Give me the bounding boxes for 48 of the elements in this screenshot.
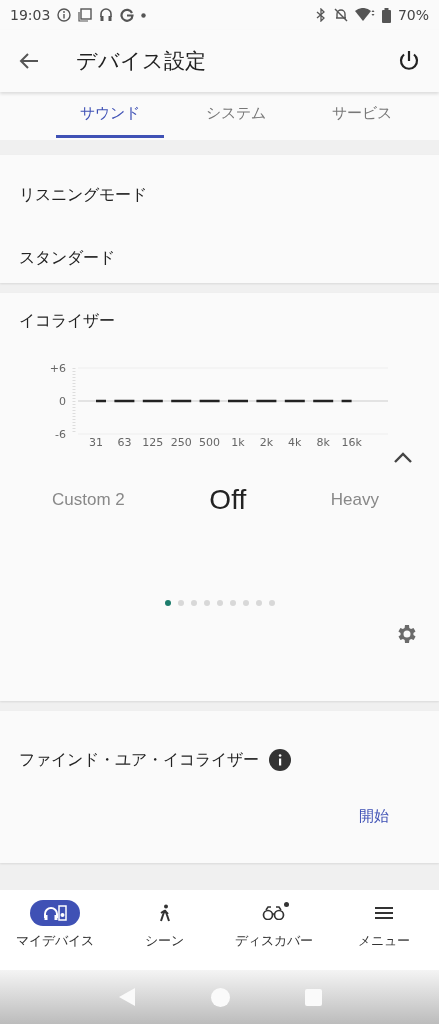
tab[interactable]: サウンド <box>56 92 164 138</box>
section-title: ファインド・ユア・イコライザー <box>19 749 259 771</box>
tab[interactable]: サービス <box>308 92 416 138</box>
menu-icon <box>375 906 394 920</box>
nav-item[interactable]: シーン <box>109 900 220 970</box>
listening-mode-value[interactable]: スタンダード <box>19 248 115 269</box>
status-time: 19:03 <box>10 7 51 23</box>
x-tick-label: 250 <box>170 436 192 449</box>
mute-icon <box>333 8 348 22</box>
page-title: デバイス設定 <box>76 48 207 75</box>
x-tick-label: 500 <box>199 436 221 449</box>
tab[interactable]: システム <box>182 92 290 138</box>
notification-dot <box>284 902 290 907</box>
start-link[interactable]: 開始 <box>359 807 389 826</box>
y-tick-label: -6 <box>55 428 66 441</box>
copy-icon <box>78 8 93 22</box>
info-icon[interactable] <box>269 749 291 771</box>
walking-person-icon <box>157 904 172 922</box>
y-tick-label: +6 <box>49 362 66 375</box>
section-title: リスニングモード <box>19 185 147 206</box>
bluetooth-icon <box>314 8 327 22</box>
battery-percent: 70% <box>397 7 429 23</box>
x-tick-label: 125 <box>142 436 164 449</box>
dot-icon <box>141 12 147 18</box>
x-tick-label: 4k <box>288 436 302 449</box>
battery-icon <box>381 7 391 23</box>
x-tick-label: 31 <box>89 436 103 449</box>
x-tick-label: 1k <box>231 436 245 449</box>
binoculars-icon <box>262 906 287 920</box>
headphone-speaker-icon <box>42 905 67 921</box>
section-title: イコライザー <box>19 311 115 332</box>
y-tick-label: 0 <box>59 395 66 408</box>
x-tick-label: 2k <box>259 436 274 449</box>
info-icon <box>57 8 72 22</box>
nav-item[interactable]: メニュー <box>329 900 439 970</box>
google-icon <box>120 8 135 22</box>
x-tick-label: 16k <box>341 436 362 449</box>
headphone-icon <box>99 8 114 22</box>
nav-item[interactable]: ディスカバー <box>219 900 330 970</box>
preset-option[interactable]: Custom 2 <box>52 490 125 510</box>
x-tick-label: 8k <box>316 436 330 449</box>
wifi-icon <box>354 8 375 22</box>
collapse-chevron-icon[interactable] <box>393 452 413 464</box>
nav-item[interactable]: マイデバイス <box>0 900 110 970</box>
preset-option[interactable]: Heavy <box>330 490 379 510</box>
power-button[interactable] <box>397 49 421 73</box>
x-tick-label: 63 <box>117 436 132 449</box>
preset-option[interactable]: Off <box>209 484 247 516</box>
